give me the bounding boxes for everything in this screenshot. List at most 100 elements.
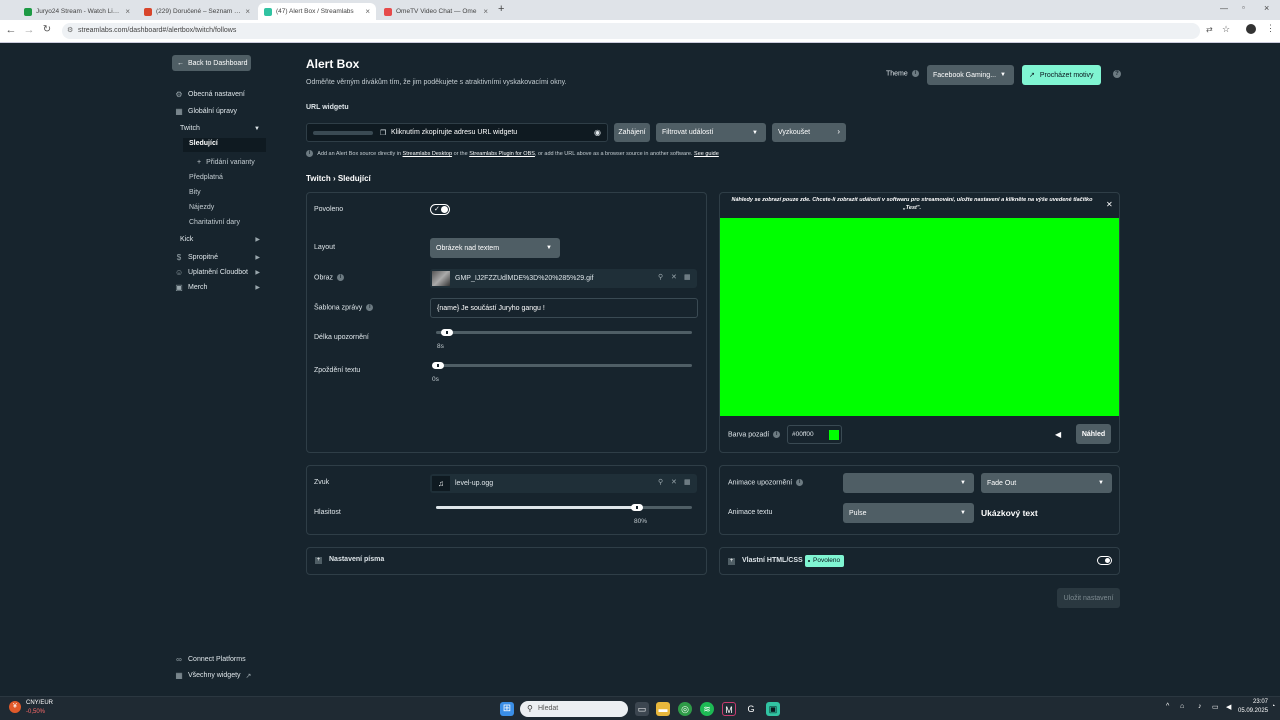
link-icon[interactable]: ⚲ <box>658 478 663 486</box>
message-template-input[interactable]: {name} Je součástí Juryho gangu ! <box>430 298 698 318</box>
sidebar-item-kick[interactable]: Kick ▶ <box>180 236 265 243</box>
text-delay-slider[interactable] <box>432 362 692 369</box>
expand-plus-icon[interactable]: + <box>315 557 322 564</box>
reload-icon[interactable]: ↻ <box>40 24 54 35</box>
sidebar-item-subscriptions[interactable]: Předplatná <box>189 174 223 181</box>
all-widgets-link[interactable]: ▦ Všechny widgety ↗ <box>175 671 285 680</box>
image-file-field[interactable]: GMP_IJ2FZZUdlMDE%3D%20%285%29.gif ⚲ ✕ ▦ <box>430 269 697 288</box>
volume-slider[interactable] <box>436 504 692 511</box>
save-settings-button[interactable]: Uložit nastavení <box>1057 588 1120 608</box>
widget-url-field[interactable]: ❐ Kliknutím zkopírujte adresu URL widget… <box>306 123 608 142</box>
back-to-dashboard-button[interactable]: ← Back to Dashboard <box>172 55 251 71</box>
streamlabs-icon[interactable]: ▣ <box>766 702 780 716</box>
eye-icon[interactable]: ◉ <box>594 128 601 137</box>
sidebar-item-general[interactable]: ⚙ Obecná nastavení <box>175 90 265 99</box>
sidebar-item-raids[interactable]: Nájezdy <box>189 204 214 211</box>
sidebar-item-merch[interactable]: ▣ Merch ▶ <box>175 283 265 292</box>
currency-widget-icon[interactable]: ¥ <box>9 701 21 713</box>
url-field[interactable]: ⚙ streamlabs.com/dashboard#/alertbox/twi… <box>62 23 1200 39</box>
launch-button[interactable]: Zahájení <box>614 123 650 142</box>
taskbar-search-input[interactable]: ⚲ Hledat <box>520 701 628 717</box>
duration-slider[interactable] <box>436 329 692 336</box>
back-arrow-icon[interactable]: ← <box>4 24 18 36</box>
bookmark-star-icon[interactable]: ☆ <box>1222 24 1230 35</box>
file-explorer-icon[interactable]: ▬ <box>656 702 670 716</box>
browser-tab[interactable]: Juryo24 Stream - Watch Live o × <box>18 3 136 20</box>
sidebar-item-global[interactable]: ▦ Globální úpravy <box>175 107 265 116</box>
sidebar-item-charity[interactable]: Charitativní dary <box>189 219 240 226</box>
close-icon[interactable]: ✕ <box>671 273 677 281</box>
custom-css-toggle[interactable] <box>1097 556 1112 565</box>
browser-menu-icon[interactable]: ⋮ <box>1266 23 1275 34</box>
gallery-icon[interactable]: ▦ <box>684 273 691 281</box>
task-view-icon[interactable]: ▭ <box>635 702 649 716</box>
tab-favicon-icon <box>264 7 272 16</box>
alert-animation-in-select[interactable]: ▼ <box>843 473 974 493</box>
notification-bell-icon[interactable]: ◔ <box>1271 703 1275 710</box>
windows-start-icon[interactable]: ⊞ <box>500 702 514 716</box>
close-tab-icon[interactable]: × <box>483 7 488 16</box>
clock-date[interactable]: 05.09.2025 <box>1238 708 1268 714</box>
maximize-icon[interactable]: ▫ <box>1242 3 1245 12</box>
sidebar-item-follows[interactable]: Sledující <box>189 140 218 147</box>
background-color-input[interactable]: #00ff00 <box>787 425 842 444</box>
translate-icon[interactable]: ⇄ <box>1206 25 1213 34</box>
layout-select[interactable]: Obrázek nad textem ▼ <box>430 238 560 258</box>
alert-animation-out-select[interactable]: Fade Out ▼ <box>981 473 1112 493</box>
microphone-icon[interactable]: ♪ <box>1198 703 1202 710</box>
test-button[interactable]: Vyzkoušet › <box>772 123 846 142</box>
chevron-down-icon: ▼ <box>752 129 758 136</box>
close-notice-icon[interactable]: ✕ <box>1106 200 1113 209</box>
see-guide-link[interactable]: See guide <box>694 151 719 157</box>
tray-chevron-icon[interactable]: ^ <box>1166 703 1169 710</box>
network-icon[interactable]: ⌂ <box>1180 703 1184 710</box>
new-tab-icon[interactable]: + <box>498 3 504 15</box>
browser-tab-active[interactable]: (47) Alert Box / Streamlabs × <box>258 3 376 20</box>
monitor-icon[interactable]: ▭ <box>1212 703 1219 711</box>
color-swatch[interactable] <box>829 430 839 440</box>
add-variant-link[interactable]: + Přidání varianty <box>197 159 255 166</box>
text-animation-select[interactable]: Pulse ▼ <box>843 503 974 523</box>
theme-select[interactable]: Facebook Gaming... ▼ <box>927 65 1014 85</box>
connect-platforms-link[interactable]: ∞ Connect Platforms <box>175 655 265 664</box>
filter-events-select[interactable]: Filtrovat událostí ▼ <box>656 123 766 142</box>
grid-icon: ▦ <box>175 107 183 116</box>
spotify-icon[interactable]: ≋ <box>700 702 714 716</box>
medal-app-icon[interactable]: M <box>722 702 736 716</box>
sidebar-item-bits[interactable]: Bity <box>189 189 201 196</box>
sidebar-item-tips[interactable]: $ Spropitné ▶ <box>175 253 265 262</box>
sound-file-field[interactable]: ♫ level-up.ogg ⚲ ✕ ▦ <box>430 474 697 493</box>
obs-plugin-link[interactable]: Streamlabs Plugin for OBS <box>469 151 535 157</box>
forward-arrow-icon[interactable]: → <box>22 24 36 36</box>
link-icon[interactable]: ⚲ <box>658 273 663 281</box>
close-icon[interactable]: ✕ <box>671 478 677 486</box>
profile-avatar[interactable] <box>1246 24 1256 34</box>
duration-slider-handle[interactable] <box>441 329 453 336</box>
app-icon[interactable]: G <box>744 702 758 716</box>
chevron-down-icon: ▼ <box>960 510 966 516</box>
close-tab-icon[interactable]: × <box>125 7 130 16</box>
browse-themes-button[interactable]: ↗ Procházet motivy <box>1022 65 1101 85</box>
minimize-icon[interactable]: — <box>1220 4 1228 13</box>
browser-tab[interactable]: (229) Doručené – Seznam Email × <box>138 3 256 20</box>
chevron-right-icon: ▶ <box>255 285 260 291</box>
help-icon[interactable]: ? <box>1113 70 1121 78</box>
close-window-icon[interactable]: × <box>1264 3 1269 13</box>
site-info-icon[interactable]: ⚙ <box>67 26 73 34</box>
text-delay-slider-handle[interactable] <box>432 362 444 369</box>
volume-slider-handle[interactable] <box>631 504 643 511</box>
sidebar-item-cloudbot[interactable]: ☺ Uplatnění Cloudbot ▶ <box>175 268 265 277</box>
clock-time[interactable]: 23:07 <box>1240 699 1268 705</box>
browser-tab[interactable]: OmeTV Video Chat — Ome × <box>378 3 494 20</box>
preview-button[interactable]: Náhled <box>1076 424 1111 444</box>
expand-plus-icon[interactable]: + <box>728 558 735 565</box>
volume-icon[interactable]: ◀ <box>1055 430 1061 439</box>
sidebar-item-twitch[interactable]: Twitch ▼ <box>180 125 265 132</box>
streamlabs-desktop-link[interactable]: Streamlabs Desktop <box>403 151 453 157</box>
enabled-toggle[interactable]: ✓ <box>430 204 450 215</box>
speaker-icon[interactable]: ◀ <box>1226 703 1231 711</box>
close-tab-icon[interactable]: × <box>245 7 250 16</box>
chrome-icon[interactable]: ◎ <box>678 702 692 716</box>
gallery-icon[interactable]: ▦ <box>684 478 691 486</box>
close-tab-icon[interactable]: × <box>365 7 370 16</box>
